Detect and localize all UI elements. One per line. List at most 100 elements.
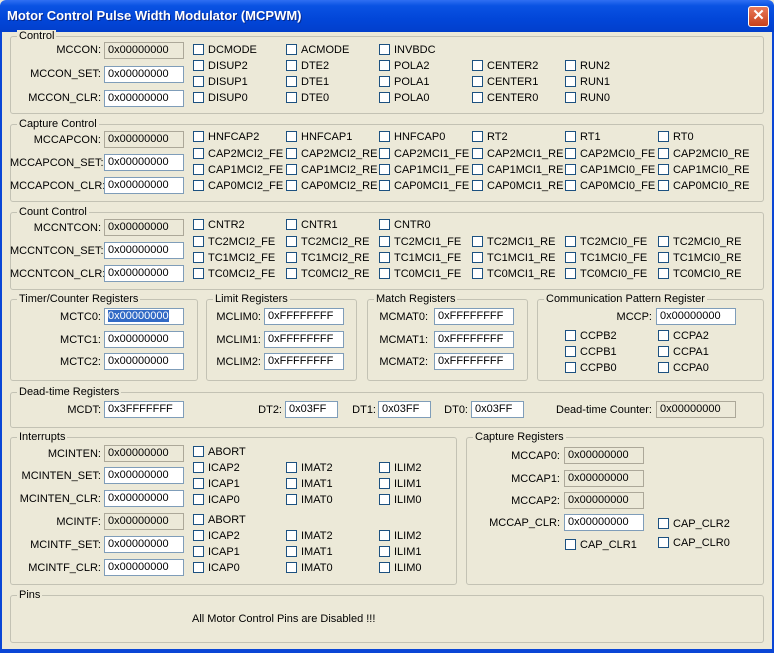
checkbox-hnfcap1[interactable]: HNFCAP1 <box>286 131 352 144</box>
checkbox-intf-imat0[interactable]: IMAT0 <box>286 562 333 575</box>
checkbox-box[interactable] <box>565 148 576 159</box>
checkbox-intf-icap1[interactable]: ICAP1 <box>193 546 240 559</box>
checkbox-box[interactable] <box>565 252 576 263</box>
checkbox-box[interactable] <box>193 546 204 557</box>
checkbox-tc1mci0-re[interactable]: TC1MCI0_RE <box>658 252 741 265</box>
checkbox-box[interactable] <box>193 252 204 263</box>
checkbox-box[interactable] <box>472 131 483 142</box>
mcmat1-field[interactable]: 0xFFFFFFFF <box>434 331 514 348</box>
checkbox-box[interactable] <box>193 131 204 142</box>
mccap-clr-field[interactable]: 0x00000000 <box>564 514 644 531</box>
checkbox-box[interactable] <box>472 252 483 263</box>
checkbox-cap0mci0-re[interactable]: CAP0MCI0_RE <box>658 180 749 193</box>
checkbox-ccpa0[interactable]: CCPA0 <box>658 362 709 375</box>
checkbox-cap2mci0-fe[interactable]: CAP2MCI0_FE <box>565 148 655 161</box>
checkbox-inten-ilim2[interactable]: ILIM2 <box>379 462 422 475</box>
checkbox-inten-imat2[interactable]: IMAT2 <box>286 462 333 475</box>
checkbox-box[interactable] <box>286 562 297 573</box>
checkbox-tc0mci0-re[interactable]: TC0MCI0_RE <box>658 268 741 281</box>
checkbox-tc1mci0-fe[interactable]: TC1MCI0_FE <box>565 252 647 265</box>
checkbox-box[interactable] <box>286 494 297 505</box>
checkbox-box[interactable] <box>379 180 390 191</box>
checkbox-box[interactable] <box>658 346 669 357</box>
checkbox-box[interactable] <box>379 562 390 573</box>
checkbox-tc2mci0-re[interactable]: TC2MCI0_RE <box>658 236 741 249</box>
checkbox-box[interactable] <box>379 60 390 71</box>
checkbox-inten-icap0[interactable]: ICAP0 <box>193 494 240 507</box>
checkbox-tc0mci0-fe[interactable]: TC0MCI0_FE <box>565 268 647 281</box>
mccon-clr-field[interactable]: 0x00000000 <box>104 90 184 107</box>
checkbox-box[interactable] <box>379 494 390 505</box>
checkbox-box[interactable] <box>379 76 390 87</box>
checkbox-box[interactable] <box>472 60 483 71</box>
checkbox-cap0mci1-re[interactable]: CAP0MCI1_RE <box>472 180 563 193</box>
mccapcon-clr-field[interactable]: 0x00000000 <box>104 177 184 194</box>
checkbox-intf-ilim1[interactable]: ILIM1 <box>379 546 422 559</box>
checkbox-ccpb2[interactable]: CCPB2 <box>565 330 617 343</box>
checkbox-acmode[interactable]: ACMODE <box>286 44 349 57</box>
checkbox-inten-ilim0[interactable]: ILIM0 <box>379 494 422 507</box>
checkbox-box[interactable] <box>193 530 204 541</box>
checkbox-tc2mci2-re[interactable]: TC2MCI2_RE <box>286 236 369 249</box>
checkbox-intf-icap0[interactable]: ICAP0 <box>193 562 240 575</box>
checkbox-intf-ilim0[interactable]: ILIM0 <box>379 562 422 575</box>
checkbox-dte0[interactable]: DTE0 <box>286 92 329 105</box>
checkbox-box[interactable] <box>193 148 204 159</box>
checkbox-box[interactable] <box>286 76 297 87</box>
checkbox-cap0mci1-fe[interactable]: CAP0MCI1_FE <box>379 180 469 193</box>
checkbox-cap1mci1-re[interactable]: CAP1MCI1_RE <box>472 164 563 177</box>
checkbox-box[interactable] <box>379 236 390 247</box>
checkbox-box[interactable] <box>193 76 204 87</box>
checkbox-box[interactable] <box>472 92 483 103</box>
checkbox-box[interactable] <box>658 537 669 548</box>
checkbox-inten-ilim1[interactable]: ILIM1 <box>379 478 422 491</box>
checkbox-box[interactable] <box>193 92 204 103</box>
checkbox-cap2mci1-re[interactable]: CAP2MCI1_RE <box>472 148 563 161</box>
checkbox-ccpa1[interactable]: CCPA1 <box>658 346 709 359</box>
checkbox-inten-imat1[interactable]: IMAT1 <box>286 478 333 491</box>
checkbox-box[interactable] <box>379 268 390 279</box>
mctc1-field[interactable]: 0x00000000 <box>104 331 184 348</box>
checkbox-inten-imat0[interactable]: IMAT0 <box>286 494 333 507</box>
checkbox-box[interactable] <box>565 60 576 71</box>
checkbox-ccpb0[interactable]: CCPB0 <box>565 362 617 375</box>
checkbox-pola1[interactable]: POLA1 <box>379 76 429 89</box>
checkbox-box[interactable] <box>658 164 669 175</box>
checkbox-cap2mci0-re[interactable]: CAP2MCI0_RE <box>658 148 749 161</box>
checkbox-box[interactable] <box>379 478 390 489</box>
checkbox-tc0mci2-re[interactable]: TC0MCI2_RE <box>286 268 369 281</box>
checkbox-cap0mci2-fe[interactable]: CAP0MCI2_FE <box>193 180 283 193</box>
checkbox-run2[interactable]: RUN2 <box>565 60 610 73</box>
checkbox-cap0mci0-fe[interactable]: CAP0MCI0_FE <box>565 180 655 193</box>
checkbox-invbdc[interactable]: INVBDC <box>379 44 436 57</box>
checkbox-tc2mci0-fe[interactable]: TC2MCI0_FE <box>565 236 647 249</box>
checkbox-hnfcap2[interactable]: HNFCAP2 <box>193 131 259 144</box>
checkbox-box[interactable] <box>193 562 204 573</box>
checkbox-box[interactable] <box>193 478 204 489</box>
checkbox-cap1mci2-fe[interactable]: CAP1MCI2_FE <box>193 164 283 177</box>
checkbox-box[interactable] <box>379 252 390 263</box>
checkbox-intf-imat1[interactable]: IMAT1 <box>286 546 333 559</box>
checkbox-tc0mci2-fe[interactable]: TC0MCI2_FE <box>193 268 275 281</box>
checkbox-box[interactable] <box>379 546 390 557</box>
checkbox-rt2[interactable]: RT2 <box>472 131 508 144</box>
checkbox-box[interactable] <box>286 164 297 175</box>
mclim2-field[interactable]: 0xFFFFFFFF <box>264 353 344 370</box>
checkbox-box[interactable] <box>286 180 297 191</box>
checkbox-center1[interactable]: CENTER1 <box>472 76 538 89</box>
checkbox-box[interactable] <box>379 92 390 103</box>
checkbox-dte1[interactable]: DTE1 <box>286 76 329 89</box>
checkbox-tc1mci1-re[interactable]: TC1MCI1_RE <box>472 252 555 265</box>
checkbox-cap-clr1[interactable]: CAP_CLR1 <box>565 539 637 552</box>
checkbox-tc2mci1-fe[interactable]: TC2MCI1_FE <box>379 236 461 249</box>
checkbox-box[interactable] <box>379 131 390 142</box>
checkbox-box[interactable] <box>193 44 204 55</box>
mcmat2-field[interactable]: 0xFFFFFFFF <box>434 353 514 370</box>
mccntcon-set-field[interactable]: 0x00000000 <box>104 242 184 259</box>
checkbox-tc1mci2-fe[interactable]: TC1MCI2_FE <box>193 252 275 265</box>
checkbox-cap-clr2[interactable]: CAP_CLR2 <box>658 518 730 531</box>
checkbox-tc1mci2-re[interactable]: TC1MCI2_RE <box>286 252 369 265</box>
mccntcon-clr-field[interactable]: 0x00000000 <box>104 265 184 282</box>
checkbox-inten-icap2[interactable]: ICAP2 <box>193 462 240 475</box>
checkbox-inten-icap1[interactable]: ICAP1 <box>193 478 240 491</box>
